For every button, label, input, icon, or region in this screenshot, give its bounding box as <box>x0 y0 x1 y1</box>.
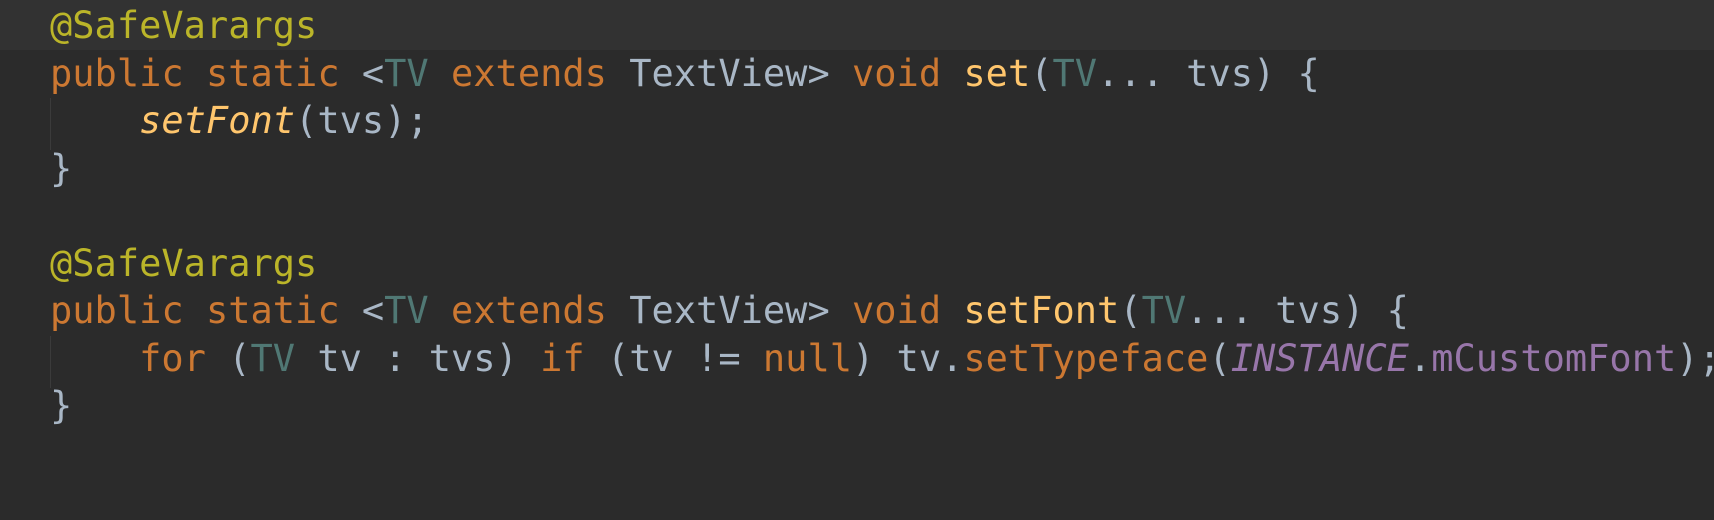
code-token: tv : tvs) <box>295 336 541 380</box>
code-token: null <box>762 336 852 380</box>
code-line[interactable]: } <box>50 143 72 195</box>
code-token: } <box>50 146 73 190</box>
code-line[interactable]: for (TV tv : tvs) if (tv != null) tv.set… <box>50 333 1714 385</box>
code-token: @SafeVarargs <box>50 4 318 47</box>
code-token: @SafeVarargs <box>50 241 318 285</box>
code-token: ); <box>1676 336 1714 380</box>
code-token: void <box>852 51 942 95</box>
code-token: for <box>139 336 206 380</box>
code-token: (tvs); <box>295 99 429 142</box>
code-token: setFont <box>963 289 1120 332</box>
code-token: static <box>205 51 340 95</box>
code-token: < <box>339 289 385 332</box>
code-token: > <box>807 51 852 95</box>
code-token: ... tvs) { <box>1097 51 1320 95</box>
code-token: public <box>50 51 184 95</box>
code-token: . <box>1408 336 1432 380</box>
code-token: > <box>807 289 852 332</box>
code-token: setTypeface <box>963 336 1209 380</box>
code-line[interactable]: } <box>50 380 72 432</box>
code-token: } <box>50 384 73 427</box>
code-token: TextView <box>629 289 808 332</box>
code-token: TV <box>384 51 429 95</box>
code-line[interactable]: public static <TV extends TextView> void… <box>50 285 1409 337</box>
code-token: INSTANCE <box>1230 336 1409 380</box>
code-token: extends <box>451 289 607 332</box>
code-token: TV <box>1141 289 1187 332</box>
code-token: TV <box>384 289 429 332</box>
code-token: TV <box>1052 51 1098 95</box>
code-token: public <box>50 289 184 332</box>
code-token: extends <box>451 51 607 95</box>
code-token: if <box>540 336 585 380</box>
code-token: void <box>852 289 942 332</box>
code-token: set <box>963 51 1031 95</box>
code-token: setFont <box>139 99 296 142</box>
code-token: ( <box>1030 51 1053 95</box>
code-token: ... tvs) { <box>1186 289 1409 332</box>
code-token: ( <box>1119 289 1142 332</box>
code-token: TextView <box>629 51 808 95</box>
code-token: (tv != <box>584 336 763 380</box>
code-editor[interactable]: @SafeVarargs public static <TV extends Te… <box>0 0 1714 520</box>
code-token: static <box>205 289 340 332</box>
code-line[interactable]: setFont(tvs); <box>50 95 429 147</box>
code-line[interactable]: public static <TV extends TextView> void… <box>50 48 1320 100</box>
code-token: mCustomFont <box>1431 336 1677 380</box>
code-token: ( <box>205 336 251 380</box>
code-token: TV <box>250 336 296 380</box>
code-token: ( <box>1208 336 1231 380</box>
code-line[interactable]: @SafeVarargs <box>50 238 317 290</box>
code-token: < <box>339 51 385 95</box>
code-token: ) tv. <box>852 336 964 380</box>
code-line[interactable]: @SafeVarargs <box>50 0 317 52</box>
